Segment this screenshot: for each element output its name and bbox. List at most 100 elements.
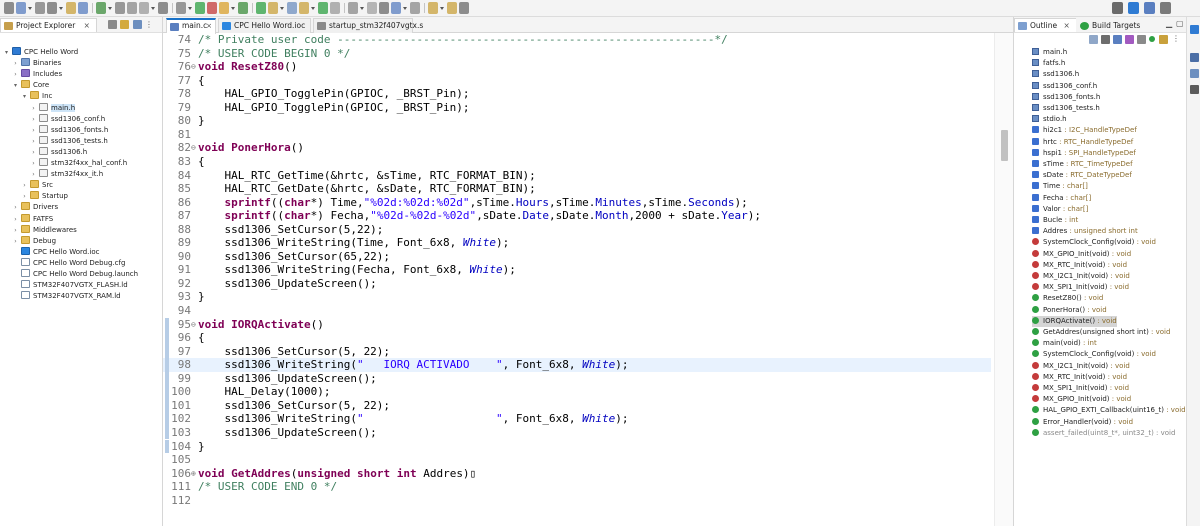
toolbar-button[interactable] (66, 2, 76, 14)
code-line[interactable]: 92 ssd1306_UpdateScreen(); (163, 277, 991, 291)
toolbar-button[interactable] (207, 2, 217, 14)
outline-item[interactable]: PonerHora() : void (1032, 305, 1107, 316)
chevron-right-icon[interactable]: › (21, 180, 28, 191)
toolbar-button[interactable] (330, 2, 340, 14)
chevron-right-icon[interactable]: › (30, 169, 37, 180)
outline-item[interactable]: MX_SPI1_Init(void) : void (1032, 282, 1129, 293)
outline-item[interactable]: SystemClock_Config(void) : void (1032, 237, 1156, 248)
outline-item[interactable]: MX_I2C1_Init(void) : void (1032, 271, 1130, 282)
chevron-right-icon[interactable]: › (30, 103, 37, 114)
code-line[interactable]: 112 (163, 494, 991, 508)
collapse-fold-icon[interactable]: ⊖ (191, 60, 197, 74)
outline-item[interactable]: HAL_GPIO_EXTI_Callback(uint16_t) : void (1032, 405, 1186, 416)
toolbar-button[interactable] (115, 2, 125, 14)
outline-item[interactable]: GetAddres(unsigned short int) : void (1032, 327, 1170, 338)
tree-item[interactable]: › Debug (12, 235, 56, 247)
tree-item[interactable]: › ssd1306_fonts.h (30, 124, 108, 136)
chevron-right-icon[interactable]: › (12, 236, 19, 247)
dropdown-arrow-icon[interactable] (360, 7, 364, 10)
code-line[interactable]: 97 ssd1306_SetCursor(5, 22); (163, 344, 991, 359)
editor-tab[interactable]: CPC Hello Word.ioc (218, 18, 311, 33)
tree-item[interactable]: › Src (21, 180, 53, 191)
outline-item[interactable]: IORQActivate() : void (1032, 315, 1117, 327)
tree-item[interactable]: CPC Hello Word Debug.launch (12, 269, 138, 280)
dropdown-arrow-icon[interactable] (440, 7, 444, 10)
chevron-down-icon[interactable]: ▾ (3, 47, 10, 58)
collapse-fold-icon[interactable]: ⊖ (191, 318, 197, 332)
hide-fields-icon[interactable] (1113, 35, 1122, 44)
toolbar-button[interactable] (78, 2, 88, 14)
tree-item[interactable]: STM32F407VGTX_FLASH.ld (12, 280, 128, 291)
minimize-icon[interactable]: ▁ (1166, 19, 1175, 28)
tree-item[interactable]: CPC Hello Word.ioc (12, 246, 99, 258)
tree-item[interactable]: › stm32f4xx_hal_conf.h (30, 158, 127, 169)
maximize-icon[interactable]: ▢ (1176, 19, 1185, 28)
toolbar-button[interactable] (47, 2, 57, 14)
cpp-perspective-icon[interactable] (1144, 2, 1155, 14)
tree-item[interactable]: ▾ Inc (21, 91, 52, 102)
outline-item[interactable]: ssd1306_conf.h (1032, 81, 1097, 92)
chevron-right-icon[interactable]: › (30, 136, 37, 147)
open-perspective-icon[interactable] (1128, 2, 1139, 14)
link-editor-icon[interactable] (120, 20, 129, 29)
tree-item[interactable]: › FATFS (12, 213, 53, 225)
toolbar-button[interactable] (318, 2, 328, 14)
dropdown-arrow-icon[interactable] (188, 7, 192, 10)
tree-item[interactable]: › ssd1306.h (30, 146, 87, 158)
code-line[interactable]: 100 HAL_Delay(1000); (163, 385, 991, 399)
code-line[interactable]: 81 (163, 128, 991, 142)
code-line[interactable]: 102 ssd1306_WriteString(" ", Font_6x8, W… (163, 412, 991, 426)
toolbar-button[interactable] (139, 2, 149, 14)
toolbar-button[interactable] (4, 2, 14, 14)
code-line[interactable]: 96 { (163, 331, 991, 345)
toolbar-button[interactable] (410, 2, 420, 14)
chevron-right-icon[interactable]: › (12, 214, 19, 225)
scrollbar-thumb[interactable] (1001, 130, 1008, 161)
toolbar-button[interactable] (195, 2, 205, 14)
debug-view-icon[interactable] (1190, 53, 1199, 62)
toolbar-button[interactable] (391, 2, 401, 14)
code-line[interactable]: 101 ssd1306_SetCursor(5, 22); (163, 398, 991, 413)
code-line[interactable]: 74 /* Private user code -----------------… (163, 33, 991, 47)
tree-item[interactable]: ▾ CPC Hello Word (3, 47, 78, 58)
dropdown-arrow-icon[interactable] (28, 7, 32, 10)
chevron-right-icon[interactable]: › (12, 58, 19, 69)
code-line[interactable]: 86 sprintf((char*) Time,"%02d:%02d:%02d"… (163, 196, 991, 210)
toolbar-button[interactable] (287, 2, 297, 14)
chevron-right-icon[interactable]: › (30, 147, 37, 158)
code-line[interactable]: 75 /* USER CODE BEGIN 0 */ (163, 47, 991, 61)
dropdown-arrow-icon[interactable] (311, 7, 315, 10)
outline-item[interactable]: main.h (1032, 47, 1067, 58)
outline-item[interactable]: Fecha : char[] (1032, 193, 1091, 204)
view-menu-icon[interactable]: ⋮ (1172, 34, 1181, 43)
code-line[interactable]: 85 HAL_RTC_GetDate(&hrtc, &sDate, RTC_FO… (163, 182, 991, 196)
code-line[interactable]: 94 (163, 304, 991, 318)
toolbar-button[interactable] (268, 2, 278, 14)
code-line[interactable]: 88 ssd1306_SetCursor(5,22); (163, 223, 991, 237)
tree-item[interactable]: › Drivers (12, 202, 58, 213)
outline-item[interactable]: assert_failed(uint8_t*, uint32_t) : void (1032, 428, 1175, 439)
tree-item[interactable]: › ssd1306_tests.h (30, 135, 108, 147)
collapse-all-icon[interactable] (108, 20, 117, 29)
search-icon[interactable] (1112, 2, 1123, 14)
outline-item[interactable]: MX_SPI1_Init(void) : void (1032, 383, 1129, 394)
editor-tab[interactable]: startup_stm32f407vgtx.s (313, 18, 423, 33)
outline-item[interactable]: sDate : RTC_DateTypeDef (1032, 170, 1132, 181)
outline-item[interactable]: stdio.h (1032, 114, 1067, 125)
toolbar-button[interactable] (447, 2, 457, 14)
outline-item[interactable]: SystemClock_Config(void) : void (1032, 349, 1156, 360)
code-line[interactable]: 91 ssd1306_WriteString(Fecha, Font_6x8, … (163, 263, 991, 277)
toolbar-button[interactable] (367, 2, 377, 14)
outline-item[interactable]: MX_GPIO_Init(void) : void (1032, 394, 1131, 405)
tree-item[interactable]: › Binaries (12, 58, 61, 69)
link-editor-icon[interactable] (1159, 35, 1168, 44)
outline-item[interactable]: Time : char[] (1032, 181, 1088, 192)
code-line[interactable]: 80} (163, 114, 991, 128)
code-area[interactable]: 74 /* Private user code -----------------… (163, 33, 1013, 526)
chevron-down-icon[interactable]: ▾ (21, 91, 28, 102)
outline-item[interactable]: hrtc : RTC_HandleTypeDef (1032, 137, 1133, 148)
toolbar-button[interactable] (459, 2, 469, 14)
toolbar-button[interactable] (176, 2, 186, 14)
chevron-down-icon[interactable]: ▾ (12, 80, 19, 91)
tree-item[interactable]: › ssd1306_conf.h (30, 113, 105, 125)
